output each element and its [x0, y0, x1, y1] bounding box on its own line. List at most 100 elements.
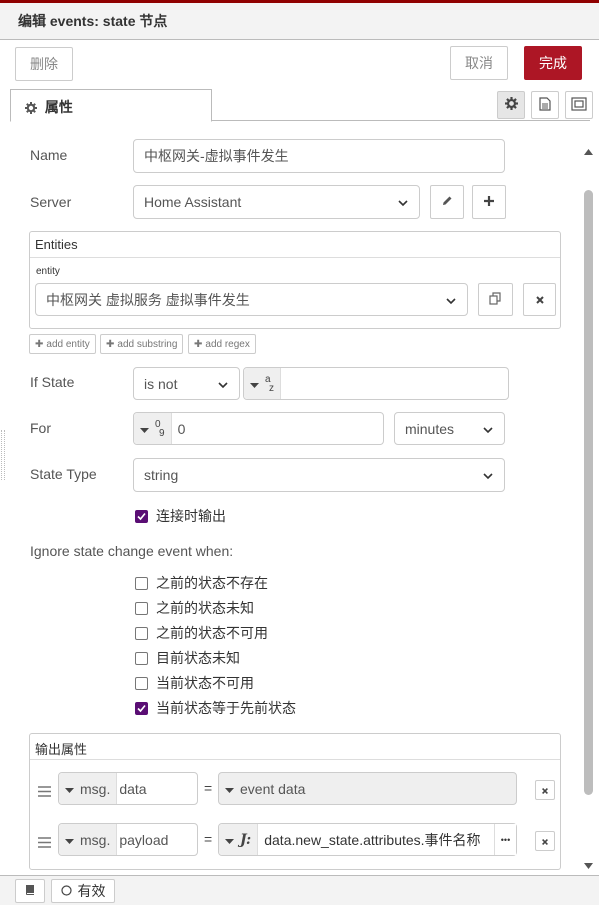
- output-value-text: event data: [240, 780, 306, 797]
- ignore-option-label: 当前状态等于先前状态: [156, 700, 296, 716]
- ignore-option-checkbox[interactable]: [135, 576, 148, 590]
- enabled-label: 有效: [77, 883, 106, 899]
- cancel-button[interactable]: 取消: [450, 46, 508, 80]
- pencil-icon: [441, 194, 453, 210]
- remove-entity-button[interactable]: [523, 283, 556, 316]
- scrollbar-thumb[interactable]: [584, 190, 593, 795]
- for-type-button[interactable]: 0 9: [134, 413, 172, 444]
- chevron-down-icon: [482, 469, 494, 481]
- server-select[interactable]: Home Assistant: [133, 185, 420, 219]
- delete-button-label: 删除: [30, 56, 58, 72]
- entities-panel: Entities entity 中枢网关 虚拟服务 虚拟事件发生: [29, 231, 561, 329]
- ignore-option-checkbox[interactable]: [135, 701, 148, 715]
- drag-handle-icon[interactable]: [38, 784, 51, 800]
- drag-handle-icon[interactable]: [38, 835, 51, 851]
- for-value-input[interactable]: 0 9 0: [133, 412, 384, 445]
- msg-type-button[interactable]: msg.: [59, 824, 118, 855]
- if-state-operator-select[interactable]: is not: [133, 367, 240, 400]
- copy-entity-button[interactable]: [478, 283, 513, 316]
- caret-down-icon: [140, 421, 149, 437]
- scrollbar[interactable]: [582, 140, 594, 870]
- tab-description-icon-button[interactable]: [531, 91, 559, 119]
- tab-properties[interactable]: 属性: [10, 89, 212, 122]
- delete-button[interactable]: 删除: [15, 47, 73, 81]
- scroll-up-icon[interactable]: [584, 142, 593, 158]
- add-entity-label: add entity: [46, 338, 90, 350]
- edit-server-button[interactable]: [430, 185, 464, 219]
- server-label: Server: [30, 194, 72, 210]
- entities-title: Entities: [30, 232, 560, 258]
- output-property-input[interactable]: msg. payload: [58, 823, 198, 856]
- tab-appearance-icon-button[interactable]: [565, 91, 593, 119]
- book-icon: [24, 883, 36, 899]
- entity-label: entity: [36, 266, 60, 277]
- remove-property-button[interactable]: [535, 780, 555, 800]
- ignore-option-checkbox[interactable]: [135, 651, 148, 665]
- enabled-toggle-button[interactable]: 有效: [51, 879, 115, 903]
- plus-icon: ✚: [106, 338, 115, 350]
- ignore-option-row[interactable]: 之前的状态不存在: [135, 573, 268, 593]
- name-input[interactable]: 中枢网关-虚拟事件发生: [133, 139, 505, 173]
- for-unit-value: minutes: [405, 420, 455, 437]
- ignore-option-row[interactable]: 目前状态未知: [135, 648, 240, 668]
- output-value-text: data.new_state.attributes.事件名称: [264, 831, 481, 848]
- if-state-value-input[interactable]: a z: [243, 367, 509, 400]
- ignore-option-label: 当前状态不可用: [156, 675, 254, 691]
- done-button[interactable]: 完成: [524, 46, 582, 80]
- add-substring-button[interactable]: ✚ add substring: [100, 334, 184, 354]
- output-value-input[interactable]: J: data.new_state.attributes.事件名称 •••: [218, 823, 517, 856]
- ignore-option-label: 之前的状态不可用: [156, 625, 268, 641]
- output-on-connect-checkbox[interactable]: [135, 509, 148, 523]
- tab-properties-label: 属性: [44, 99, 73, 115]
- ignore-option-row[interactable]: 当前状态不可用: [135, 673, 254, 693]
- caret-down-icon: [250, 376, 259, 392]
- tab-settings-icon-button[interactable]: [497, 91, 525, 119]
- ignore-option-label: 之前的状态未知: [156, 600, 254, 616]
- if-state-label: If State: [30, 374, 75, 390]
- plus-icon: ✚: [35, 338, 44, 350]
- name-input-value: 中枢网关-虚拟事件发生: [144, 148, 289, 164]
- msg-prefix: msg.: [80, 831, 111, 848]
- ignore-option-label: 之前的状态不存在: [156, 575, 268, 591]
- value-type-button[interactable]: J:: [219, 824, 259, 855]
- msg-type-button[interactable]: msg.: [59, 773, 118, 804]
- number-type-icon: 0 9: [155, 419, 165, 438]
- add-regex-button[interactable]: ✚ add regex: [188, 334, 256, 354]
- caret-down-icon: [65, 781, 74, 797]
- ignore-option-row[interactable]: 当前状态等于先前状态: [135, 698, 296, 718]
- ignore-option-checkbox[interactable]: [135, 626, 148, 640]
- if-state-operator-value: is not: [144, 375, 178, 392]
- close-icon: [535, 292, 545, 308]
- scroll-down-icon[interactable]: [584, 856, 593, 872]
- add-server-button[interactable]: [472, 185, 506, 219]
- remove-property-button[interactable]: [535, 831, 555, 851]
- output-property-input[interactable]: msg. data: [58, 772, 198, 805]
- ignore-option-label: 目前状态未知: [156, 650, 240, 666]
- ignore-option-row[interactable]: 之前的状态不可用: [135, 623, 268, 643]
- entity-select[interactable]: 中枢网关 虚拟服务 虚拟事件发生: [35, 283, 468, 316]
- add-entity-button[interactable]: ✚ add entity: [29, 334, 96, 354]
- if-state-type-button[interactable]: a z: [244, 368, 281, 399]
- equals-sign: =: [204, 831, 213, 847]
- caret-down-icon: [65, 832, 74, 848]
- value-type-button[interactable]: event data: [219, 773, 312, 804]
- ignore-option-checkbox[interactable]: [135, 601, 148, 615]
- close-icon: [541, 833, 549, 849]
- for-unit-select[interactable]: minutes: [394, 412, 505, 445]
- ignore-option-checkbox[interactable]: [135, 676, 148, 690]
- output-on-connect-checkbox-row[interactable]: 连接时输出: [135, 506, 226, 526]
- help-book-button[interactable]: [15, 879, 45, 903]
- state-type-label: State Type: [30, 466, 97, 482]
- add-regex-label: add regex: [205, 338, 250, 350]
- expand-editor-button[interactable]: •••: [494, 824, 516, 855]
- ignore-option-row[interactable]: 之前的状态未知: [135, 598, 254, 618]
- name-label: Name: [30, 147, 68, 163]
- chevron-down-icon: [482, 423, 494, 435]
- state-type-select[interactable]: string: [133, 458, 505, 492]
- server-select-value: Home Assistant: [144, 194, 242, 210]
- gear-icon: [504, 97, 518, 113]
- output-value-input[interactable]: event data: [218, 772, 517, 805]
- resize-handle[interactable]: [1, 430, 5, 480]
- dialog-footer: 有效: [0, 875, 599, 905]
- done-button-label: 完成: [539, 55, 567, 71]
